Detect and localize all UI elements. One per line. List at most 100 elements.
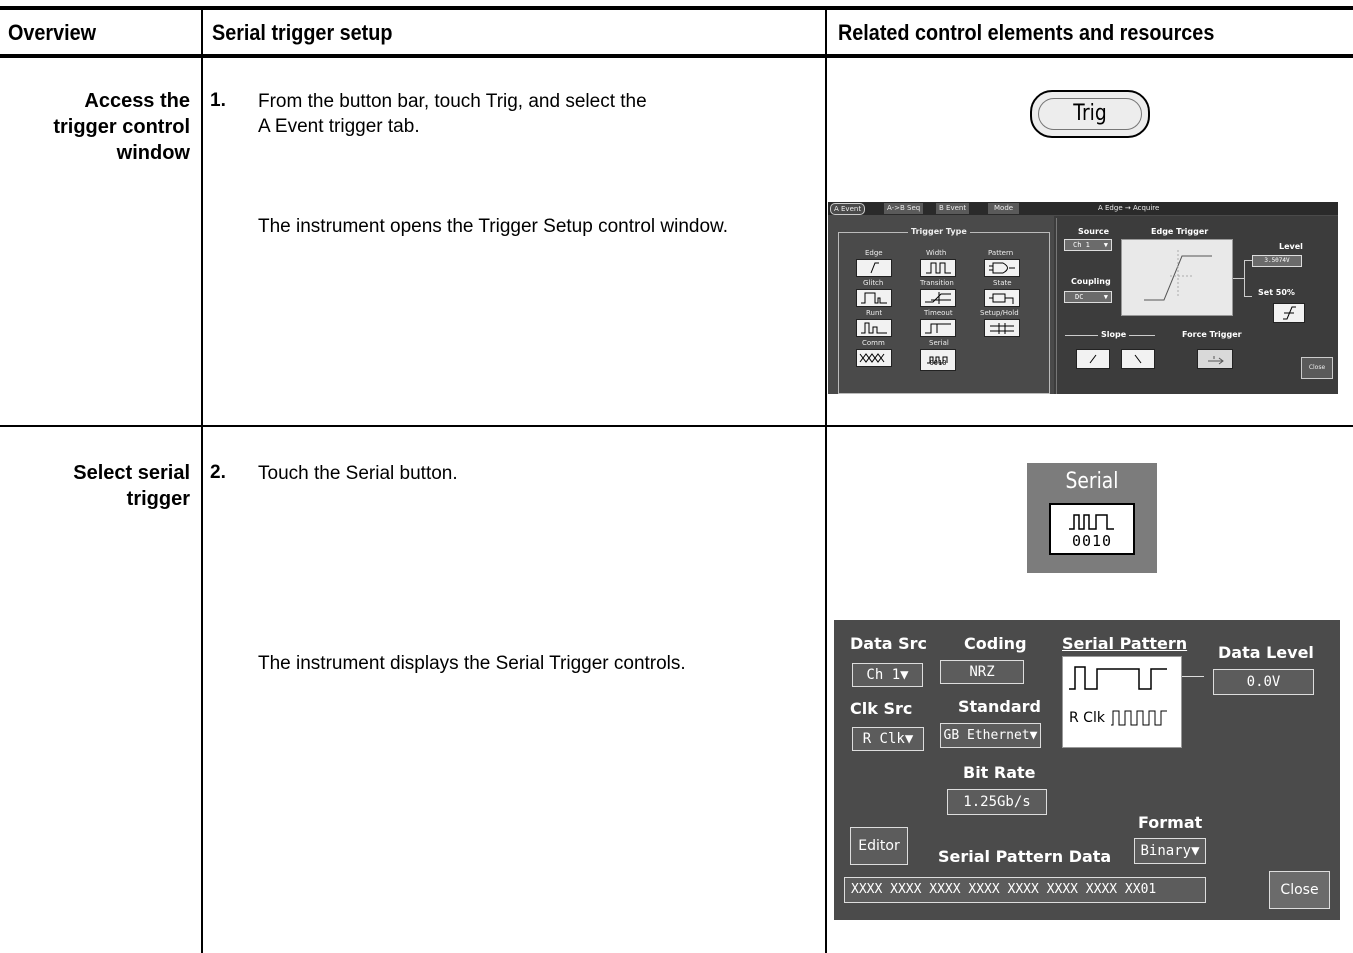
serial-waveform-icon — [1069, 514, 1114, 530]
serial-type-label: Serial — [929, 339, 949, 347]
coupling-value: DC — [1075, 293, 1084, 301]
transition-type-label: Transition — [920, 279, 954, 287]
serial-button[interactable]: Serial 0010 — [1027, 463, 1157, 573]
source-dropdown[interactable]: Ch 1 ▼ — [1064, 239, 1112, 251]
comm-icon — [859, 353, 885, 363]
serial-close-button[interactable]: Close — [1269, 871, 1330, 909]
level-label: Level — [1279, 242, 1303, 251]
timeout-type-button[interactable] — [920, 319, 956, 337]
state-icon — [989, 293, 1014, 304]
data-src-dropdown[interactable]: Ch 1▼ — [852, 663, 923, 687]
source-label: Source — [1078, 227, 1110, 236]
row1-label-line1: Access the — [84, 90, 190, 112]
data-src-label: Data Src — [850, 634, 927, 653]
glitch-type-label: Glitch — [863, 279, 884, 287]
row1-label-line3: window — [116, 142, 190, 164]
bit-rate-label: Bit Rate — [963, 763, 1036, 782]
bit-rate-field[interactable]: 1.25Gb/s — [947, 789, 1047, 815]
runt-type-button[interactable] — [856, 319, 892, 337]
clk-src-value: R Clk — [862, 731, 905, 747]
falling-slope-icon — [1134, 354, 1142, 364]
dropdown-arrow-icon: ▼ — [1103, 241, 1108, 249]
dropdown-arrow-icon: ▼ — [1103, 293, 1108, 301]
transition-type-button[interactable] — [920, 289, 956, 307]
trigger-type-title: Trigger Type — [908, 227, 970, 236]
serial-pattern-waveform-icon — [1069, 666, 1167, 690]
step2-result: The instrument displays the Serial Trigg… — [258, 653, 686, 674]
trigger-close-button[interactable]: Close — [1301, 357, 1333, 379]
standard-label: Standard — [958, 697, 1041, 716]
rising-slope-icon — [1089, 354, 1097, 364]
coupling-label: Coupling — [1071, 277, 1111, 286]
step2-number: 2. — [210, 462, 226, 483]
runt-type-label: Runt — [866, 309, 883, 317]
rising-edge-waveform-icon — [1144, 250, 1212, 301]
standard-dropdown[interactable]: GB Ethernet▼ — [940, 723, 1041, 748]
row2-label-line1: Select serial — [73, 462, 190, 484]
glitch-icon — [861, 292, 887, 304]
glitch-type-button[interactable] — [856, 289, 892, 307]
dropdown-arrow-icon: ▼ — [1029, 728, 1038, 743]
coding-label: Coding — [964, 634, 1027, 653]
dropdown-arrow-icon: ▼ — [904, 731, 914, 747]
trigger-status: A Edge → Acquire — [1098, 204, 1160, 212]
tab-b-event[interactable]: B Event — [936, 203, 970, 214]
pattern-type-button[interactable] — [984, 259, 1020, 277]
header-setup: Serial trigger setup — [212, 20, 393, 45]
editor-button[interactable]: Editor — [850, 827, 908, 865]
width-type-label: Width — [926, 249, 947, 257]
edge-type-button[interactable] — [856, 259, 892, 277]
coupling-dropdown[interactable]: DC ▼ — [1064, 291, 1112, 303]
pattern-data-field[interactable]: XXXX XXXX XXXX XXXX XXXX XXXX XXXX XX01 — [844, 877, 1206, 903]
transition-icon — [925, 292, 951, 304]
tab-a-b-seq[interactable]: A->B Seq — [884, 203, 924, 214]
falling-slope-button[interactable] — [1121, 349, 1155, 369]
edge-trigger-label: Edge Trigger — [1151, 227, 1209, 236]
column-divider-2 — [825, 10, 827, 953]
clk-src-label: Clk Src — [850, 699, 913, 718]
column-divider-1 — [201, 10, 203, 953]
step1-text-line2: A Event trigger tab. — [258, 116, 420, 137]
step1-number: 1. — [210, 90, 226, 111]
edge-icon — [870, 262, 879, 274]
slope-label: Slope — [1098, 330, 1130, 339]
state-type-button[interactable] — [984, 289, 1020, 307]
coding-field[interactable]: NRZ — [940, 660, 1024, 684]
tab-a-event[interactable]: A Event — [830, 203, 866, 215]
timeout-icon — [925, 323, 951, 334]
serial-type-button[interactable]: 0010 — [920, 349, 956, 371]
data-level-field[interactable]: 0.0V — [1213, 669, 1314, 695]
comm-type-label: Comm — [862, 339, 885, 347]
width-type-button[interactable] — [920, 259, 956, 277]
header-related: Related control elements and resources — [838, 20, 1215, 45]
force-trigger-label: Force Trigger — [1182, 330, 1242, 339]
setup-hold-icon — [990, 323, 1014, 334]
set-50-button[interactable] — [1273, 303, 1305, 323]
format-value: Binary — [1140, 843, 1192, 859]
format-dropdown[interactable]: Binary▼ — [1134, 838, 1206, 864]
timeout-type-label: Timeout — [924, 309, 953, 317]
clk-src-dropdown[interactable]: R Clk▼ — [852, 727, 924, 751]
serial-button-bits: 0010 — [1071, 532, 1113, 550]
force-trigger-icon — [1208, 356, 1224, 365]
dropdown-arrow-icon: ▼ — [1191, 843, 1200, 859]
state-type-label: State — [993, 279, 1012, 287]
runt-icon — [861, 322, 887, 334]
pattern-gate-icon — [989, 262, 1015, 274]
setup-hold-type-button[interactable] — [984, 319, 1020, 337]
trig-button-label: Trig — [1073, 101, 1107, 126]
trig-button[interactable]: Trig — [1030, 90, 1150, 138]
edge-trigger-graphic — [1121, 239, 1233, 316]
data-src-value: Ch 1 — [866, 667, 901, 683]
rising-slope-button[interactable] — [1076, 349, 1110, 369]
row2-label-line2: trigger — [126, 488, 190, 510]
format-label: Format — [1138, 813, 1203, 832]
set-50-label: Set 50% — [1258, 288, 1295, 297]
force-trigger-button[interactable] — [1197, 349, 1233, 369]
tab-mode[interactable]: Mode — [988, 203, 1020, 214]
source-value: Ch 1 — [1073, 241, 1090, 249]
comm-type-button[interactable] — [856, 349, 892, 367]
step2-text: Touch the Serial button. — [258, 463, 458, 484]
level-field[interactable]: 3.5074V — [1252, 255, 1302, 267]
set-level-icon — [1283, 306, 1296, 320]
